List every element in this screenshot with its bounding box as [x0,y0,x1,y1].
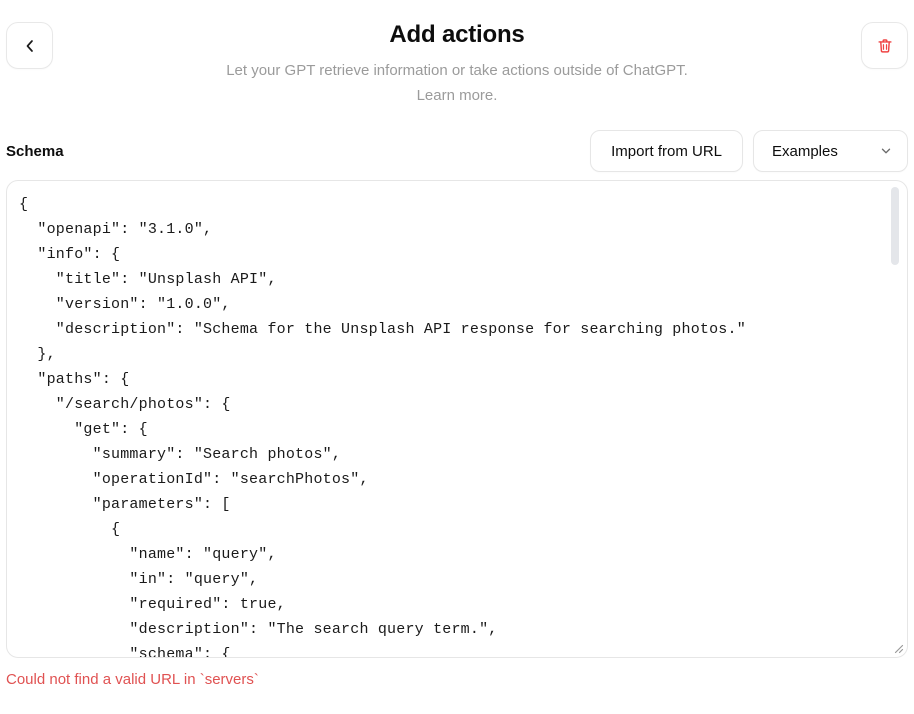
schema-label: Schema [6,142,64,160]
back-button[interactable] [6,22,53,69]
page-title: Add actions [389,21,525,48]
editor-resize-handle[interactable] [890,640,906,656]
examples-dropdown-label: Examples [772,142,838,160]
schema-error-message: Could not find a valid URL in `servers` [6,671,259,688]
page-subtitle: Let your GPT retrieve information or tak… [177,58,737,108]
schema-editor[interactable]: { "openapi": "3.1.0", "info": { "title":… [6,180,908,658]
subtitle-text: Let your GPT retrieve information or tak… [226,62,688,79]
delete-action-button[interactable] [861,22,908,69]
schema-actions: Import from URL Examples [590,130,908,172]
page-header: Add actions Let your GPT retrieve inform… [0,0,914,122]
title-block: Add actions Let your GPT retrieve inform… [0,20,914,108]
learn-more-link[interactable]: Learn more. [177,83,737,108]
chevron-down-icon [879,144,893,158]
add-actions-page: Add actions Let your GPT retrieve inform… [0,0,914,714]
schema-editor-content[interactable]: { "openapi": "3.1.0", "info": { "title":… [19,192,907,657]
import-from-url-button[interactable]: Import from URL [590,130,743,172]
editor-scrollbar-track[interactable] [891,185,903,653]
chevron-left-icon [22,38,38,54]
schema-toolbar: Schema Import from URL Examples [0,122,914,180]
trash-icon [876,37,894,55]
editor-scrollbar-thumb[interactable] [891,187,899,265]
examples-dropdown[interactable]: Examples [753,130,908,172]
